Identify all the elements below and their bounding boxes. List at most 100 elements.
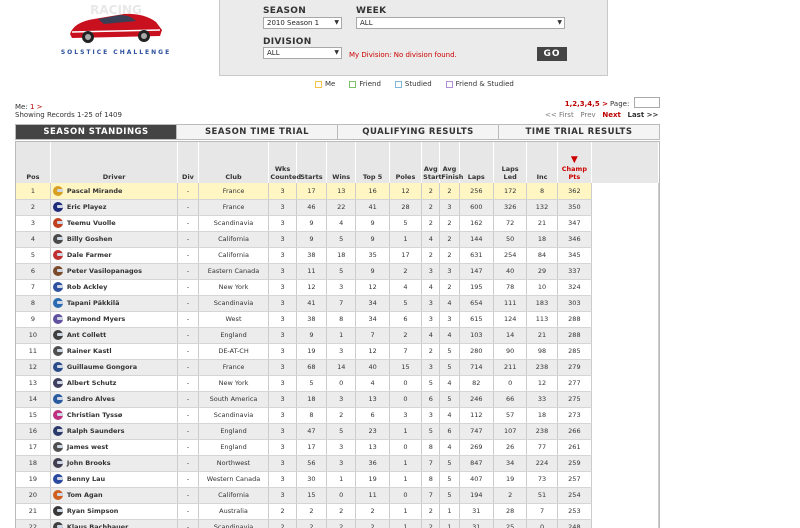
cell-driver[interactable]: Dale Farmer <box>50 247 179 264</box>
tab-time-trial-results[interactable]: TIME TRIAL RESULTS <box>499 125 659 139</box>
week-select[interactable]: ALL ▼ <box>356 17 565 29</box>
table-row[interactable]: 13 Albert Schutz - New York 3 5 0 4 0 5 4 82 0 12 277 <box>16 375 659 392</box>
column-header-pos[interactable]: Pos <box>16 142 51 183</box>
cell-driver[interactable]: John Brooks <box>50 455 179 472</box>
page-numbers[interactable]: 1,2,3,4,5 > <box>560 100 608 108</box>
cell-driver[interactable]: Christian Tyssø <box>50 407 179 424</box>
column-header-top5[interactable]: Top 5 <box>355 142 390 183</box>
column-header-inc[interactable]: Inc <box>526 142 558 183</box>
driver-name[interactable]: Raymond Myers <box>67 315 125 323</box>
cell-driver[interactable]: Raymond Myers <box>50 311 179 328</box>
driver-name[interactable]: James west <box>67 443 109 451</box>
driver-name[interactable]: Christian Tyssø <box>67 411 122 419</box>
division-select[interactable]: ALL ▼ <box>263 47 342 59</box>
table-row[interactable]: 8 Tapani Päkkilä - Scandinavia 3 41 7 34 5 3 4 654 1… <box>16 295 659 312</box>
table-row[interactable]: 22 Klaus Bachhauer - Scandinavia 2 2 2 2 1 2 1 31 25… <box>16 519 659 528</box>
table-row[interactable]: 9 Raymond Myers - West 3 38 8 34 6 3 3 615 124 113 288 <box>16 311 659 328</box>
column-header-div[interactable]: Div <box>177 142 199 183</box>
table-row[interactable]: 11 Rainer Kastl - DE-AT-CH 3 19 3 12 7 2 5 280 90 98 2… <box>16 343 659 360</box>
driver-name[interactable]: Ant Collett <box>67 331 106 339</box>
cell-driver[interactable]: Tapani Päkkilä <box>50 295 179 312</box>
column-header-driver[interactable]: Driver <box>50 142 179 183</box>
driver-name[interactable]: Peter Vasilopanagos <box>67 267 142 275</box>
column-header-wks-counted[interactable]: Wks Counted <box>268 142 301 183</box>
last-page-link[interactable]: Last >> <box>628 111 659 119</box>
driver-name[interactable]: John Brooks <box>67 459 111 467</box>
column-header-starts[interactable]: Starts <box>296 142 328 183</box>
table-row[interactable]: 15 Christian Tyssø - Scandinavia 3 8 2 6 3 3 4 112 5… <box>16 407 659 424</box>
cell-driver[interactable]: Eric Playez <box>50 199 179 216</box>
driver-name[interactable]: Pascal Mirande <box>67 187 123 195</box>
cell-driver[interactable]: Ralph Saunders <box>50 423 179 440</box>
prev-page-link[interactable]: Prev <box>580 111 595 119</box>
table-row[interactable]: 3 Teemu Vuolle - Scandinavia 3 9 4 9 5 2 2 162 72 21 3… <box>16 215 659 232</box>
cell-driver[interactable]: Klaus Bachhauer <box>50 519 179 528</box>
first-page-link[interactable]: << First <box>545 111 574 119</box>
cell-driver[interactable]: Albert Schutz <box>50 375 179 392</box>
driver-name[interactable]: Teemu Vuolle <box>67 219 116 227</box>
page-number-input[interactable] <box>634 97 660 108</box>
cell-pos: 10 <box>16 327 51 344</box>
table-row[interactable]: 2 Eric Playez - France 3 46 22 41 28 2 3 600 326 132 3… <box>16 199 659 216</box>
table-row[interactable]: 17 James west - England 3 17 3 13 0 8 4 269 26 77 261 <box>16 439 659 456</box>
cell-spacer <box>591 375 659 391</box>
cell-driver[interactable]: Rob Ackley <box>50 279 179 296</box>
table-row[interactable]: 10 Ant Collett - England 3 9 1 7 2 4 4 103 14 21 288 <box>16 327 659 344</box>
season-select[interactable]: 2010 Season 1 ▼ <box>263 17 342 29</box>
driver-name[interactable]: Ralph Saunders <box>67 427 125 435</box>
table-row[interactable]: 21 Ryan Simpson - Australia 2 2 2 2 1 2 1 31 28 7 253 <box>16 503 659 520</box>
driver-name[interactable]: Sandro Alves <box>67 395 115 403</box>
column-header-champ-pts[interactable]: ▼ Champ Pts <box>557 142 593 183</box>
table-row[interactable]: 6 Peter Vasilopanagos - Eastern Canada 3 11 5 9… <box>16 263 659 280</box>
table-row[interactable]: 20 Tom Agan - California 3 15 0 11 0 7 5 194 2 51 254 <box>16 487 659 504</box>
tab-season-standings[interactable]: SEASON STANDINGS <box>16 125 177 139</box>
table-row[interactable]: 12 Guillaume Gongora - France 3 68 14 40 15 3 5 714… <box>16 359 659 376</box>
driver-name[interactable]: Benny Lau <box>67 475 105 483</box>
cell-driver[interactable]: Sandro Alves <box>50 391 179 408</box>
tab-qualifying-results[interactable]: QUALIFYING RESULTS <box>338 125 499 139</box>
column-header-avg-start[interactable]: Avg Start <box>421 142 442 183</box>
driver-name[interactable]: Guillaume Gongora <box>67 363 137 371</box>
tab-season-time-trial[interactable]: SEASON TIME TRIAL <box>177 125 338 139</box>
cell-driver[interactable]: Rainer Kastl <box>50 343 179 360</box>
cell-driver[interactable]: Peter Vasilopanagos <box>50 263 179 280</box>
table-row[interactable]: 4 Billy Goshen - California 3 9 5 9 1 4 2 144 50 18 34… <box>16 231 659 248</box>
table-row[interactable]: 18 John Brooks - Northwest 3 56 3 36 1 7 5 847 34 224… <box>16 455 659 472</box>
table-row[interactable]: 14 Sandro Alves - South America 3 18 3 13 0 6 5 246… <box>16 391 659 408</box>
cell-starts: 19 <box>296 343 328 360</box>
cell-driver[interactable]: Ant Collett <box>50 327 179 344</box>
column-header-laps[interactable]: Laps <box>459 142 494 183</box>
driver-name[interactable]: Billy Goshen <box>67 235 112 243</box>
column-header-laps-led[interactable]: Laps Led <box>493 142 528 183</box>
driver-name[interactable]: Tapani Päkkilä <box>67 299 120 307</box>
driver-name[interactable]: Albert Schutz <box>67 379 117 387</box>
cell-driver[interactable]: Benny Lau <box>50 471 179 488</box>
driver-name[interactable]: Dale Farmer <box>67 251 112 259</box>
next-page-link[interactable]: Next <box>602 111 620 119</box>
column-header-avg-finish[interactable]: Avg Finish <box>439 142 463 183</box>
column-header-club[interactable]: Club <box>198 142 270 183</box>
page-links[interactable]: 1,2,3,4,5 > <box>565 100 608 108</box>
cell-driver[interactable]: Pascal Mirande <box>50 183 179 200</box>
cell-driver[interactable]: Teemu Vuolle <box>50 215 179 232</box>
column-header-poles[interactable]: Poles <box>389 142 423 183</box>
me-page-link[interactable]: 1 > <box>30 103 43 111</box>
cell-driver[interactable]: Ryan Simpson <box>50 503 179 520</box>
table-row[interactable]: 19 Benny Lau - Western Canada 3 30 1 19 1 8 5 407 19… <box>16 471 659 488</box>
driver-name[interactable]: Klaus Bachhauer <box>67 523 129 528</box>
cell-driver[interactable]: Guillaume Gongora <box>50 359 179 376</box>
table-row[interactable]: 16 Ralph Saunders - England 3 47 5 23 1 5 6 747 107 2… <box>16 423 659 440</box>
driver-name[interactable]: Eric Playez <box>67 203 107 211</box>
driver-name[interactable]: Ryan Simpson <box>67 507 119 515</box>
table-row[interactable]: 1 Pascal Mirande - France 3 17 13 16 12 2 2 256 172 8… <box>16 183 659 200</box>
go-button[interactable]: GO <box>537 47 567 61</box>
table-row[interactable]: 7 Rob Ackley - New York 3 12 3 12 4 4 2 195 78 10 324 <box>16 279 659 296</box>
driver-name[interactable]: Tom Agan <box>67 491 103 499</box>
column-header-wins[interactable]: Wins <box>326 142 357 183</box>
driver-name[interactable]: Rob Ackley <box>67 283 107 291</box>
driver-name[interactable]: Rainer Kastl <box>67 347 112 355</box>
table-row[interactable]: 5 Dale Farmer - California 3 38 18 35 17 2 2 631 254… <box>16 247 659 264</box>
cell-driver[interactable]: James west <box>50 439 179 456</box>
cell-driver[interactable]: Tom Agan <box>50 487 179 504</box>
cell-driver[interactable]: Billy Goshen <box>50 231 179 248</box>
